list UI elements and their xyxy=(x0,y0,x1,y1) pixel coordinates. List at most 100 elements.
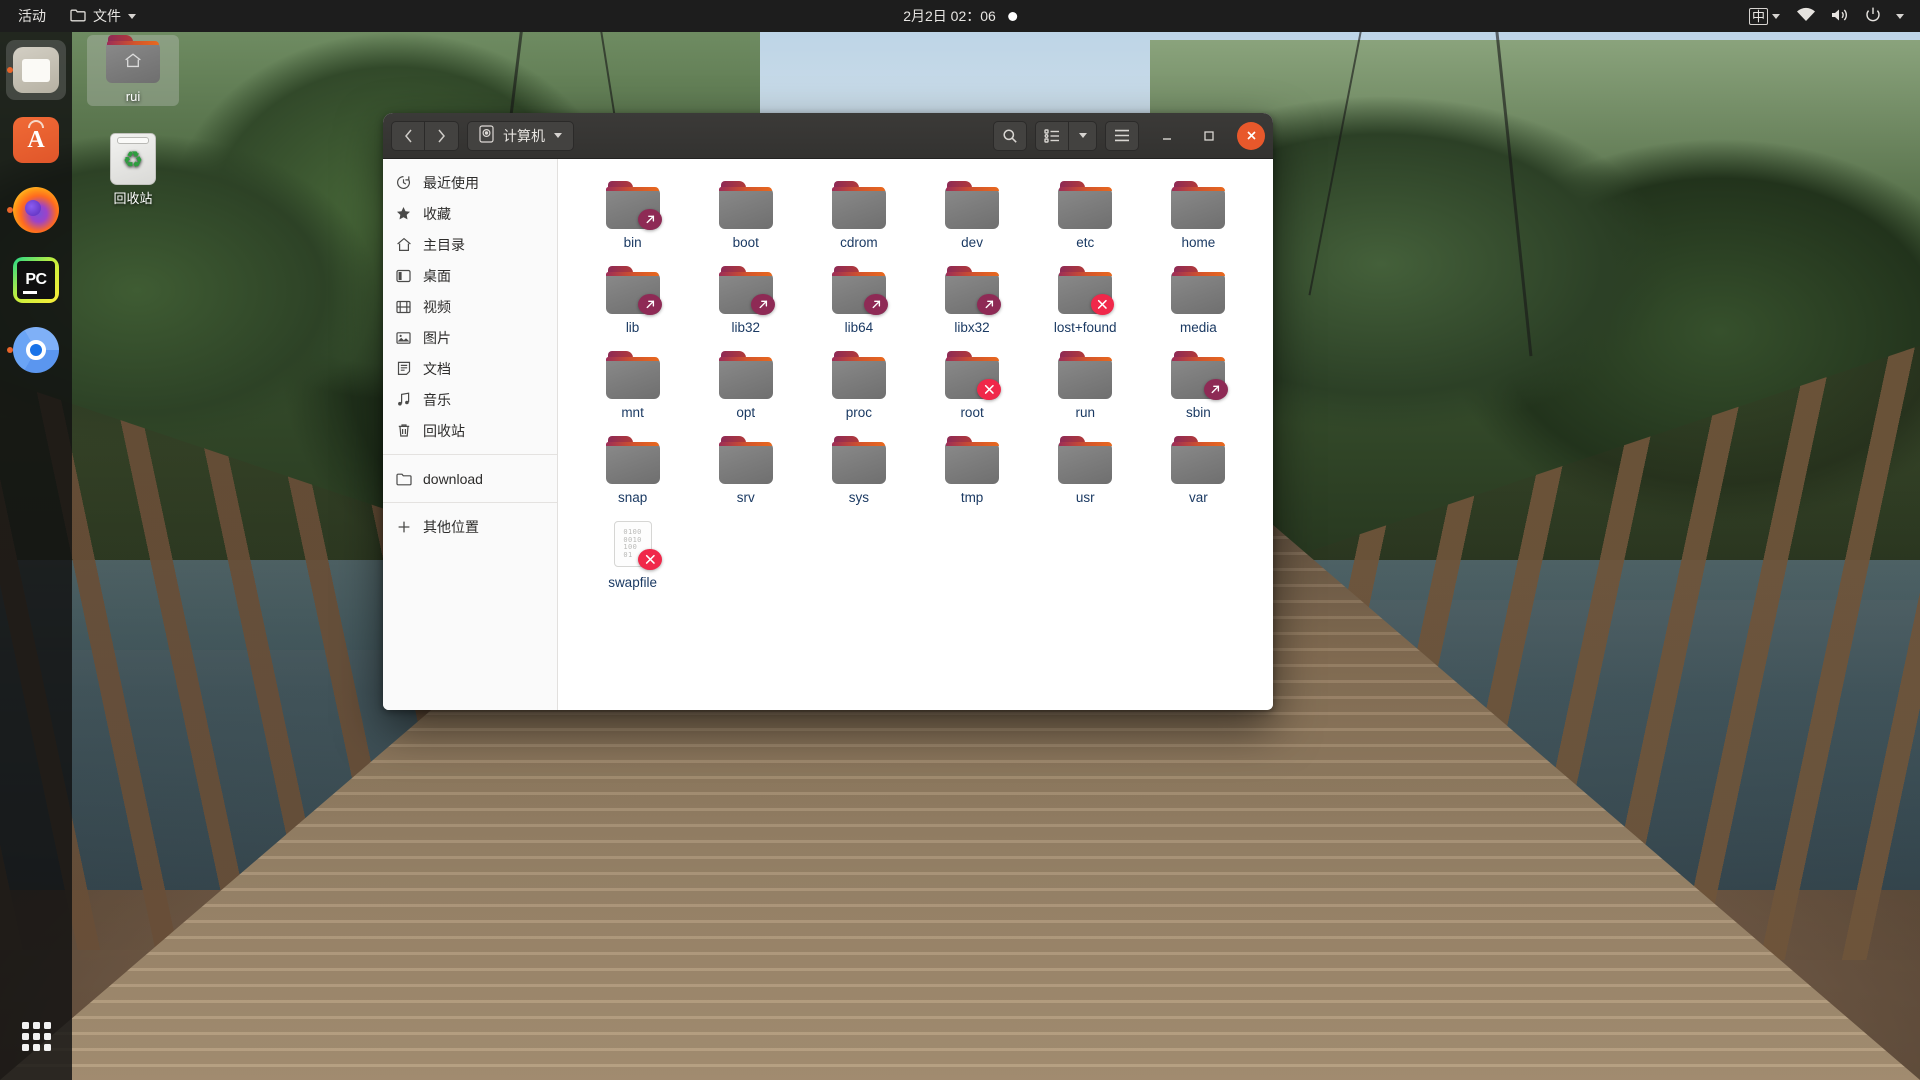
ime-chevron-down-icon[interactable] xyxy=(1772,13,1780,19)
folder-icon xyxy=(1058,181,1113,229)
file-grid-item[interactable]: snap xyxy=(576,430,689,509)
file-grid-item[interactable]: home xyxy=(1142,175,1255,254)
file-name-label: usr xyxy=(1075,490,1095,505)
activities-label: 活动 xyxy=(18,8,46,24)
file-name-label: dev xyxy=(961,235,983,250)
pycharm-icon: PC xyxy=(13,257,59,303)
file-name-label: opt xyxy=(736,405,756,420)
main-menu-button[interactable] xyxy=(1105,120,1139,151)
image-icon xyxy=(395,329,412,346)
file-grid-item[interactable]: media xyxy=(1142,260,1255,339)
chevron-down-icon xyxy=(128,13,136,19)
view-options-dropdown[interactable] xyxy=(1069,120,1097,151)
file-grid-item[interactable]: bin xyxy=(576,175,689,254)
symlink-badge-icon xyxy=(1203,378,1228,400)
file-grid-item[interactable]: etc xyxy=(1029,175,1142,254)
forward-button[interactable] xyxy=(425,120,459,151)
system-status-menu[interactable]: 中 xyxy=(1741,3,1912,30)
status-chevron-down-icon[interactable] xyxy=(1896,13,1904,19)
dock-item-chromium[interactable] xyxy=(6,320,66,380)
folder-icon xyxy=(1058,436,1113,484)
chevron-down-icon xyxy=(1078,133,1087,138)
dock-item-pycharm[interactable]: PC xyxy=(6,250,66,310)
close-button[interactable] xyxy=(1237,121,1265,150)
folder-icon xyxy=(1058,266,1115,315)
file-name-label: lib xyxy=(625,320,640,335)
file-grid-item[interactable]: srv xyxy=(689,430,802,509)
notification-indicator-icon xyxy=(1007,11,1017,21)
sidebar-item-music[interactable]: 音乐 xyxy=(383,384,557,415)
top-bar: 活动 文件 2月2日 02：06 中 xyxy=(0,0,1920,32)
folder-icon xyxy=(945,436,1000,484)
dock-item-firefox[interactable] xyxy=(6,180,66,240)
desktop-icon-rui[interactable]: rui xyxy=(87,35,179,106)
activities-button[interactable]: 活动 xyxy=(6,3,58,29)
file-grid-item[interactable]: sbin xyxy=(1142,345,1255,424)
file-grid-item[interactable]: lib xyxy=(576,260,689,339)
search-button[interactable] xyxy=(993,120,1027,151)
app-menu-button[interactable]: 文件 xyxy=(58,3,148,29)
sidebar-item-trash[interactable]: 回收站 xyxy=(383,415,557,446)
file-grid-item[interactable]: proc xyxy=(802,345,915,424)
file-grid-item[interactable]: libx32 xyxy=(915,260,1028,339)
file-name-label: root xyxy=(960,405,984,420)
sidebar-item-starred[interactable]: 收藏 xyxy=(383,198,557,229)
folder-icon xyxy=(718,181,773,229)
file-grid-item[interactable]: mnt xyxy=(576,345,689,424)
folder-icon xyxy=(70,8,86,25)
list-view-button[interactable] xyxy=(1035,120,1069,151)
file-name-label: lost+found xyxy=(1053,320,1117,335)
file-manager-window: 计算机 最近使用 收藏 主目录 桌面 视频 图片 文档 音乐 回收站 downl… xyxy=(383,113,1273,710)
ime-indicator[interactable]: 中 xyxy=(1748,7,1768,25)
folder-icon xyxy=(831,266,889,315)
dock-item-files[interactable] xyxy=(6,40,66,100)
path-breadcrumb-computer[interactable]: 计算机 xyxy=(467,120,574,151)
sidebar-item-label: 音乐 xyxy=(423,391,451,408)
ubuntu-software-icon: A xyxy=(13,117,59,163)
file-grid-item[interactable]: lib32 xyxy=(689,260,802,339)
file-grid-item[interactable]: usr xyxy=(1029,430,1142,509)
file-grid-item[interactable]: cdrom xyxy=(802,175,915,254)
file-grid-item[interactable]: lost+found xyxy=(1029,260,1142,339)
sidebar-item-label: 图片 xyxy=(423,329,451,346)
file-name-label: libx32 xyxy=(954,320,990,335)
file-grid-item[interactable]: dev xyxy=(915,175,1028,254)
sidebar-item-label: 最近使用 xyxy=(423,174,479,191)
file-name-label: bin xyxy=(623,235,642,250)
file-grid-item[interactable]: root xyxy=(915,345,1028,424)
sidebar-item-other-locations[interactable]: 其他位置 xyxy=(383,511,557,542)
file-grid-item[interactable]: run xyxy=(1029,345,1142,424)
sidebar-item-download[interactable]: download xyxy=(383,463,557,494)
file-grid-item[interactable]: var xyxy=(1142,430,1255,509)
folder-icon xyxy=(1058,351,1113,399)
sidebar-item-documents[interactable]: 文档 xyxy=(383,353,557,384)
file-grid-item[interactable]: sys xyxy=(802,430,915,509)
sidebar-item-desktop[interactable]: 桌面 xyxy=(383,260,557,291)
file-name-label: proc xyxy=(845,405,873,420)
file-grid-item[interactable]: 0100 0010 100 01 swapfile xyxy=(576,515,689,594)
sidebar-item-home[interactable]: 主目录 xyxy=(383,229,557,260)
file-grid-item[interactable]: tmp xyxy=(915,430,1028,509)
show-applications-button[interactable] xyxy=(6,1006,66,1066)
dock-item-ubuntu-software[interactable]: A xyxy=(6,110,66,170)
sidebar-item-videos[interactable]: 视频 xyxy=(383,291,557,322)
grid-icon xyxy=(21,1021,51,1051)
access-denied-badge-icon xyxy=(637,548,662,570)
file-name-label: run xyxy=(1075,405,1095,420)
minimize-button[interactable] xyxy=(1153,122,1181,150)
file-grid-item[interactable]: opt xyxy=(689,345,802,424)
folder-icon xyxy=(1171,351,1228,400)
desktop-icon-trash[interactable]: ♻ 回收站 xyxy=(87,133,179,207)
file-name-label: var xyxy=(1189,490,1208,505)
access-denied-badge-icon xyxy=(977,378,1002,400)
clock-button[interactable]: 2月2日 02：06 xyxy=(891,2,1029,30)
maximize-button[interactable] xyxy=(1195,122,1223,150)
sidebar-item-recent[interactable]: 最近使用 xyxy=(383,167,557,198)
back-button[interactable] xyxy=(391,120,425,151)
path-label: 计算机 xyxy=(503,127,545,144)
home-folder-icon xyxy=(106,35,160,83)
file-grid-item[interactable]: lib64 xyxy=(802,260,915,339)
app-menu-label: 文件 xyxy=(93,8,121,24)
sidebar-item-pictures[interactable]: 图片 xyxy=(383,322,557,353)
file-grid-item[interactable]: boot xyxy=(689,175,802,254)
